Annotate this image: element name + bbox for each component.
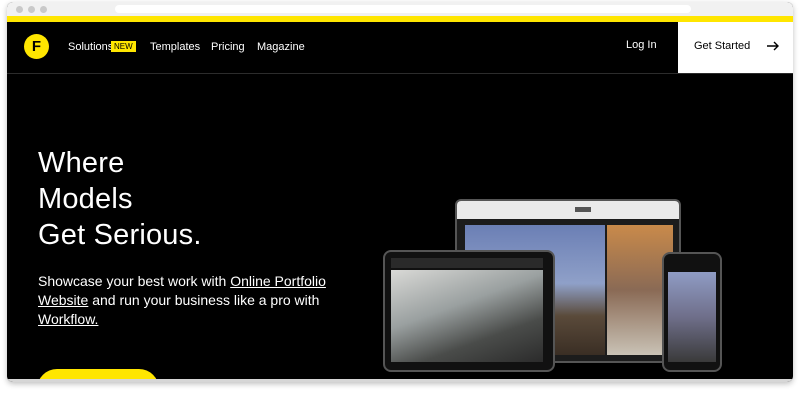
browser-window: F Solutions NEW Templates Pricing Magazi…: [7, 2, 793, 382]
nav-link-templates[interactable]: Templates: [150, 40, 200, 54]
tablet-photo-building: [391, 270, 543, 362]
get-started-label: Get Started: [694, 40, 751, 52]
tablet-site-header: [391, 258, 543, 268]
browser-chrome: [7, 2, 793, 16]
hero-title-line: Get Serious.: [38, 219, 202, 251]
brand-logo[interactable]: F: [24, 34, 49, 59]
get-started-button[interactable]: Get Started: [678, 22, 793, 73]
laptop-site-logo: [575, 207, 591, 212]
window-maximize-dot[interactable]: [40, 6, 47, 13]
page-bottom-edge: [7, 379, 793, 382]
hero-body-text: Showcase your best work with: [38, 273, 231, 289]
workflow-link[interactable]: Workflow.: [38, 311, 98, 327]
top-navigation: F Solutions NEW Templates Pricing Magazi…: [7, 22, 793, 74]
new-badge: NEW: [111, 41, 136, 52]
window-minimize-dot[interactable]: [28, 6, 35, 13]
hero-description: Showcase your best work with Online Port…: [38, 272, 338, 329]
login-link[interactable]: Log In: [626, 39, 657, 51]
arrow-right-icon: [767, 41, 779, 51]
phone-mockup: [662, 252, 722, 372]
tablet-mockup: [383, 250, 555, 372]
window-close-dot[interactable]: [16, 6, 23, 13]
laptop-site-header: [457, 201, 679, 219]
nav-link-pricing[interactable]: Pricing: [211, 40, 245, 54]
phone-photo: [668, 272, 716, 362]
hero-title-line: Models: [38, 183, 133, 215]
hero-title: Where Models Get Serious.: [38, 145, 202, 253]
nav-link-solutions[interactable]: Solutions: [68, 40, 113, 54]
hero-body-text: and run your business like a pro with: [88, 292, 320, 308]
nav-link-magazine[interactable]: Magazine: [257, 40, 305, 54]
hero-title-line: Where: [38, 147, 125, 179]
address-bar[interactable]: [115, 5, 691, 13]
